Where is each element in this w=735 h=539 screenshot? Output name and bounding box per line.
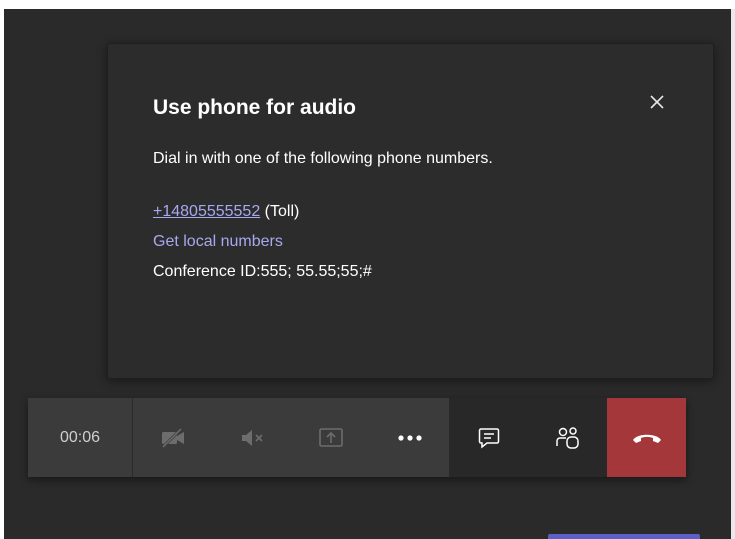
hang-up-button[interactable] (607, 398, 686, 477)
conference-id-value: 555; 55.55;55;# (260, 263, 372, 280)
people-icon (555, 426, 579, 449)
more-actions-button[interactable] (370, 398, 449, 477)
call-toolbar: 00:06 (28, 398, 686, 477)
media-controls (133, 398, 449, 477)
window-edge (731, 9, 735, 539)
more-icon (397, 434, 422, 441)
chat-button[interactable] (449, 398, 528, 477)
dialog-title: Use phone for audio (153, 96, 357, 119)
call-timer: 00:06 (28, 398, 133, 477)
conference-id-row: Conference ID:555; 55.55;55;# (153, 263, 372, 281)
conference-id-label: Conference ID: (153, 263, 261, 280)
share-screen-icon (318, 427, 343, 447)
share-screen-button[interactable] (291, 398, 370, 477)
speaker-toggle-button[interactable] (212, 398, 291, 477)
accent-bar (548, 534, 700, 539)
chat-icon (478, 427, 499, 449)
participants-button[interactable] (528, 398, 607, 477)
panel-controls (449, 398, 607, 477)
close-button[interactable] (644, 89, 670, 115)
phone-number-row: +14805555552 (Toll) (153, 203, 299, 221)
get-local-numbers-link[interactable]: Get local numbers (153, 233, 283, 251)
video-off-icon (161, 427, 184, 448)
camera-toggle-button[interactable] (133, 398, 212, 477)
close-icon (650, 95, 664, 109)
phone-type-label: (Toll) (260, 203, 300, 220)
phone-audio-dialog: Use phone for audio Dial in with one of … (107, 43, 714, 379)
dialog-description: Dial in with one of the following phone … (153, 150, 493, 167)
hang-up-icon (632, 434, 661, 443)
phone-number-link[interactable]: +14805555552 (153, 203, 260, 220)
speaker-muted-icon (241, 429, 263, 446)
